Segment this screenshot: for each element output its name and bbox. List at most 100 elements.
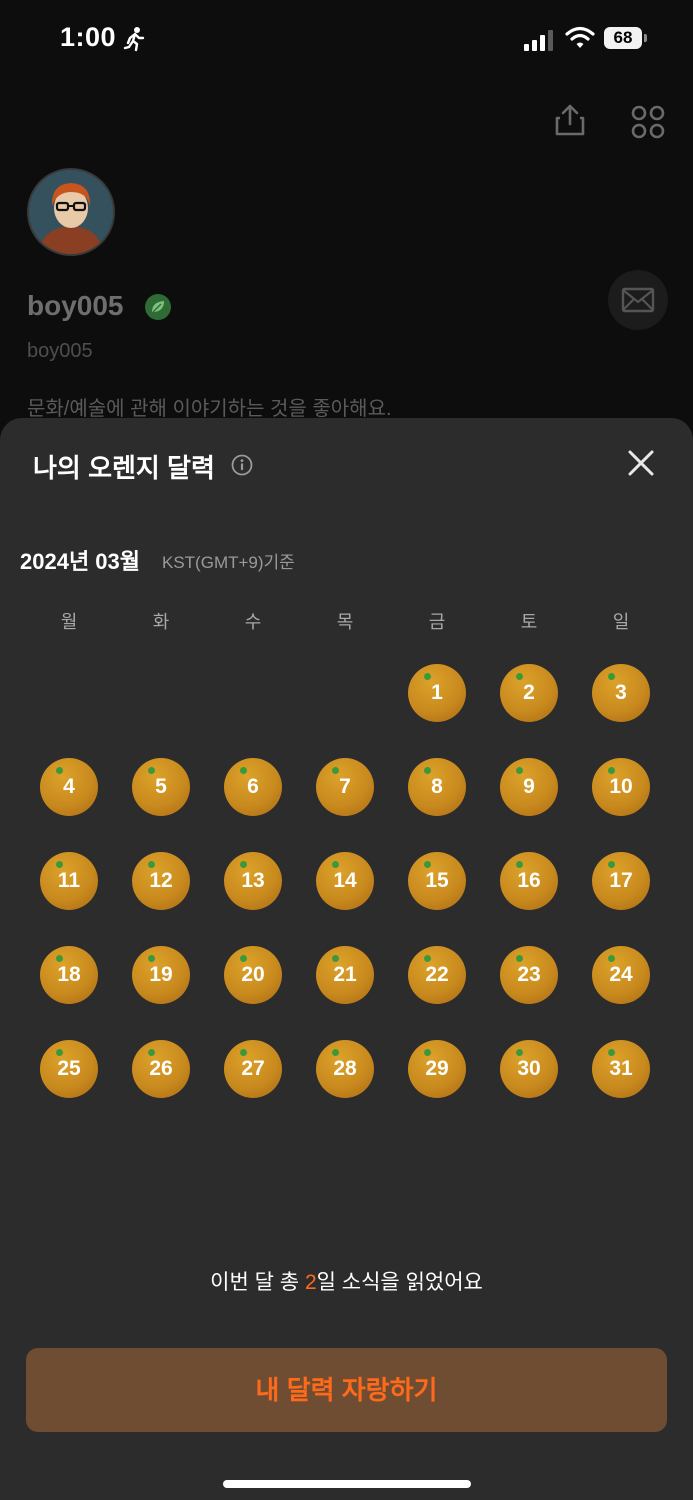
calendar-day-number: 8	[431, 775, 443, 798]
calendar-day-number: 12	[149, 869, 173, 892]
calendar-day[interactable]: 31	[592, 1040, 650, 1098]
calendar-day-number: 24	[609, 963, 633, 986]
calendar-day[interactable]: 27	[224, 1040, 282, 1098]
calendar-day-number: 31	[609, 1057, 633, 1080]
summary-prefix: 이번 달 총	[210, 1271, 305, 1294]
calendar-day-number: 4	[63, 775, 75, 798]
timezone-label: KST(GMT+9)기준	[162, 553, 295, 572]
weekday-label: 금	[428, 612, 446, 632]
calendar-day[interactable]: 17	[592, 852, 650, 910]
calendar-day-number: 2	[523, 681, 535, 704]
message-button[interactable]	[608, 270, 668, 330]
calendar-day[interactable]: 26	[132, 1040, 190, 1098]
grid-menu-icon[interactable]	[630, 104, 666, 140]
calendar-day[interactable]: 7	[316, 758, 374, 816]
calendar-day-number: 14	[333, 869, 357, 892]
calendar-day[interactable]: 10	[592, 758, 650, 816]
avatar[interactable]	[27, 168, 115, 256]
profile-handle: boy005	[27, 340, 93, 362]
orange-calendar-sheet: 나의 오렌지 달력 2024년 03월 KST(GMT+9)기준 월화수목금토일…	[0, 418, 693, 1500]
calendar-day[interactable]: 2	[500, 664, 558, 722]
calendar-day-number: 23	[517, 963, 541, 986]
calendar-day-number: 21	[333, 963, 357, 986]
status-time: 1:00	[60, 22, 117, 52]
calendar-day-number: 22	[425, 963, 449, 986]
mail-icon	[621, 287, 655, 313]
battery-indicator: 68	[604, 27, 648, 51]
share-button[interactable]	[552, 102, 588, 138]
verified-leaf-icon	[145, 294, 171, 320]
summary-suffix: 일 소식을 읽었어요	[316, 1271, 483, 1294]
calendar-day-number: 9	[523, 775, 535, 798]
battery-tip	[644, 34, 647, 42]
weekday-label: 월	[60, 612, 78, 632]
signal-icon	[524, 30, 553, 51]
calendar-day[interactable]: 23	[500, 946, 558, 1004]
calendar-day-number: 29	[425, 1057, 449, 1080]
weekday-label: 수	[244, 612, 262, 632]
calendar-day[interactable]: 19	[132, 946, 190, 1004]
calendar-day[interactable]: 11	[40, 852, 98, 910]
calendar-day[interactable]: 21	[316, 946, 374, 1004]
calendar-day[interactable]: 4	[40, 758, 98, 816]
calendar-day[interactable]: 14	[316, 852, 374, 910]
calendar-day[interactable]: 22	[408, 946, 466, 1004]
info-icon[interactable]	[231, 454, 253, 476]
calendar-day[interactable]: 28	[316, 1040, 374, 1098]
calendar-day-number: 30	[517, 1057, 541, 1080]
reading-summary: 이번 달 총 2일 소식을 읽었어요	[0, 1266, 693, 1296]
weekday-label: 토	[520, 612, 538, 632]
calendar-day-number: 19	[149, 963, 173, 986]
calendar-day-number: 7	[339, 775, 351, 798]
sheet-title: 나의 오렌지 달력	[33, 453, 215, 483]
status-bar: 1:00 68	[0, 0, 693, 80]
calendar-day[interactable]: 16	[500, 852, 558, 910]
calendar-day-number: 27	[241, 1057, 265, 1080]
calendar-day-number: 13	[241, 869, 265, 892]
calendar-day-number: 5	[155, 775, 167, 798]
weekday-label: 목	[336, 612, 354, 632]
calendar-day[interactable]: 29	[408, 1040, 466, 1098]
calendar-day-number: 1	[431, 681, 443, 704]
calendar-day-number: 17	[609, 869, 633, 892]
calendar-day-number: 10	[609, 775, 633, 798]
close-icon[interactable]	[622, 444, 660, 482]
calendar-day[interactable]: 30	[500, 1040, 558, 1098]
calendar-day[interactable]: 6	[224, 758, 282, 816]
calendar-month: 2024년 03월	[20, 549, 141, 574]
calendar-day-number: 16	[517, 869, 541, 892]
calendar-day[interactable]: 13	[224, 852, 282, 910]
calendar-day[interactable]: 24	[592, 946, 650, 1004]
summary-count: 2	[304, 1271, 317, 1294]
calendar-day-number: 15	[425, 869, 449, 892]
calendar-day[interactable]: 1	[408, 664, 466, 722]
calendar-day[interactable]: 8	[408, 758, 466, 816]
calendar-day-number: 28	[333, 1057, 357, 1080]
calendar-day[interactable]: 15	[408, 852, 466, 910]
calendar-day[interactable]: 5	[132, 758, 190, 816]
calendar-day-number: 3	[615, 681, 627, 704]
weekday-label: 화	[152, 612, 170, 632]
calendar-day[interactable]: 20	[224, 946, 282, 1004]
calendar-day-number: 20	[241, 963, 265, 986]
calendar-day-number: 11	[57, 869, 81, 892]
calendar-day[interactable]: 3	[592, 664, 650, 722]
calendar-day[interactable]: 9	[500, 758, 558, 816]
share-calendar-label: 내 달력 자랑하기	[255, 1375, 438, 1405]
profile-username: boy005	[27, 290, 124, 321]
calendar-day-number: 18	[57, 963, 81, 986]
profile-bio: 문화/예술에 관해 이야기하는 것을 좋아해요.	[27, 398, 392, 420]
home-indicator	[223, 1480, 471, 1488]
calendar-day-number: 25	[57, 1057, 81, 1080]
calendar-day[interactable]: 12	[132, 852, 190, 910]
share-calendar-button[interactable]: 내 달력 자랑하기	[26, 1348, 667, 1432]
battery-level: 68	[604, 27, 642, 49]
calendar-day-number: 26	[149, 1057, 173, 1080]
calendar-day[interactable]: 18	[40, 946, 98, 1004]
weekday-label: 일	[612, 612, 630, 632]
wifi-icon	[565, 26, 595, 48]
calendar-day[interactable]: 25	[40, 1040, 98, 1098]
avatar-illustration	[29, 170, 113, 254]
calendar-day-number: 6	[247, 775, 259, 798]
running-icon	[123, 27, 145, 52]
